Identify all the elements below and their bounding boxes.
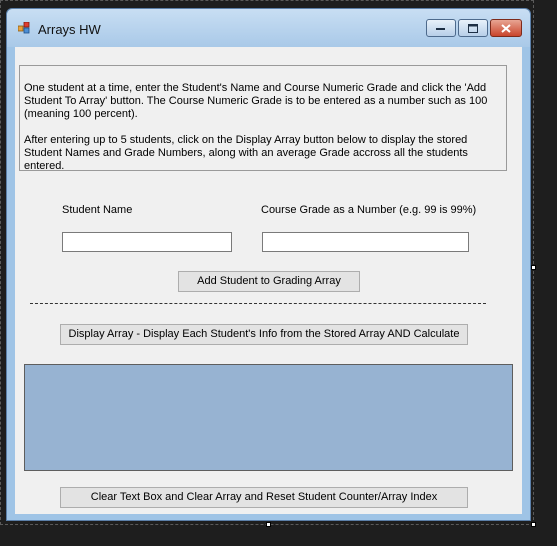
app-icon: [18, 22, 30, 34]
close-icon: [501, 23, 511, 33]
resize-handle-right[interactable]: [531, 265, 536, 270]
resize-handle-corner[interactable]: [531, 522, 536, 527]
add-student-button[interactable]: Add Student to Grading Array: [178, 271, 360, 292]
student-name-label: Student Name: [62, 204, 133, 216]
minimize-icon: [436, 28, 445, 30]
student-name-input[interactable]: [62, 232, 232, 252]
course-grade-label: Course Grade as a Number (e.g. 99 is 99%…: [261, 204, 477, 216]
display-array-button[interactable]: Display Array - Display Each Student's I…: [60, 324, 468, 345]
resize-handle-bottom[interactable]: [266, 522, 271, 527]
close-button[interactable]: [490, 19, 522, 37]
instructions-paragraph-1: One student at a time, enter the Student…: [24, 82, 488, 120]
maximize-button[interactable]: [458, 19, 488, 37]
maximize-icon: [468, 23, 478, 33]
form-window: Arrays HW One student at a time, enter t…: [6, 8, 531, 521]
output-display-panel: [24, 364, 513, 471]
instructions-paragraph-2: After entering up to 5 students, click o…: [24, 134, 468, 172]
window-title: Arrays HW: [38, 22, 101, 37]
separator-line: [30, 303, 486, 304]
title-bar[interactable]: Arrays HW: [7, 9, 530, 47]
clear-reset-button[interactable]: Clear Text Box and Clear Array and Reset…: [60, 487, 468, 508]
minimize-button[interactable]: [426, 19, 456, 37]
instructions-box: One student at a time, enter the Student…: [19, 65, 507, 172]
form-client-area: One student at a time, enter the Student…: [15, 47, 522, 514]
course-grade-input[interactable]: [262, 232, 469, 252]
